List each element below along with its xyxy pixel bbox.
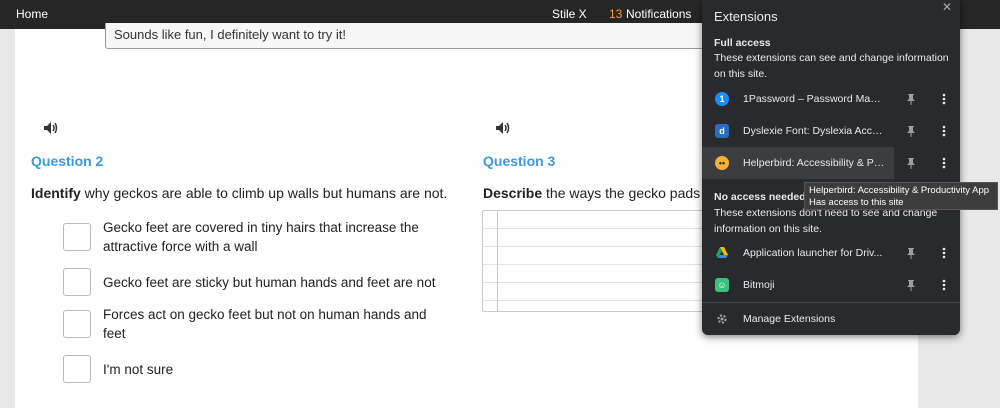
pin-icon[interactable] — [906, 125, 916, 137]
notifications-link[interactable]: Notifications — [626, 7, 691, 21]
option-checkbox[interactable] — [63, 223, 91, 251]
extensions-popup: Extensions ✕ Full access These extension… — [702, 0, 960, 335]
more-options-icon[interactable] — [942, 93, 946, 105]
home-link[interactable]: Home — [16, 7, 48, 21]
pin-icon[interactable] — [906, 93, 916, 105]
pin-icon[interactable] — [906, 279, 916, 291]
gear-icon — [717, 314, 727, 324]
more-options-icon[interactable] — [942, 157, 946, 169]
option-checkbox[interactable] — [63, 355, 91, 383]
extension-row-bitmoji[interactable]: ☺ Bitmoji — [702, 269, 960, 301]
option-label: Gecko feet are covered in tiny hairs tha… — [103, 220, 419, 254]
question-2-prompt: Identify why geckos are able to climb up… — [31, 185, 447, 201]
full-access-description: These extensions can see and change info… — [714, 52, 949, 80]
tooltip-title: Helperbird: Accessibility & Productivity… — [809, 185, 990, 196]
answer-option[interactable]: Gecko feet are covered in tiny hairs tha… — [63, 218, 463, 256]
prompt-text: why geckos are able to climb up walls bu… — [80, 185, 448, 201]
notifications-count-badge[interactable]: 13 — [609, 7, 622, 21]
option-label: Forces act on gecko feet but not on huma… — [103, 307, 427, 341]
extension-row-dyslexie[interactable]: d Dyslexie Font: Dyslexia Acce... — [702, 115, 960, 147]
answer-option[interactable]: I'm not sure — [63, 355, 463, 383]
more-options-icon[interactable] — [942, 279, 946, 291]
helperbird-icon: •• — [715, 156, 729, 170]
question-3-title: Question 3 — [483, 153, 556, 169]
prompt-verb: Identify — [31, 185, 81, 201]
speaker-icon[interactable] — [495, 121, 511, 135]
pin-icon[interactable] — [906, 247, 916, 259]
stile-x-link[interactable]: Stile X — [552, 7, 587, 21]
tooltip-subtitle: Has access to this site — [809, 197, 904, 208]
more-options-icon[interactable] — [942, 125, 946, 137]
manage-extensions-button[interactable]: Manage Extensions — [702, 305, 960, 333]
question-2-title: Question 2 — [31, 153, 104, 169]
answer-option[interactable]: Forces act on gecko feet but not on huma… — [63, 305, 463, 343]
extension-name: Dyslexie Font: Dyslexia Acce... — [743, 125, 885, 137]
option-checkbox[interactable] — [63, 310, 91, 338]
popup-divider — [702, 302, 960, 303]
bitmoji-icon: ☺ — [715, 278, 729, 292]
no-access-heading: No access needed — [714, 191, 806, 203]
speaker-icon[interactable] — [43, 121, 59, 135]
extensions-title: Extensions — [714, 9, 778, 24]
option-checkbox[interactable] — [63, 268, 91, 296]
answer-option[interactable]: Gecko feet are sticky but human hands an… — [63, 268, 463, 296]
extension-name: Application launcher for Driv... — [743, 247, 883, 259]
dyslexie-icon: d — [715, 124, 729, 138]
more-options-icon[interactable] — [942, 247, 946, 259]
close-icon[interactable]: ✕ — [942, 0, 952, 14]
prompt-verb: Describe — [483, 185, 543, 201]
1password-icon: 1 — [715, 92, 729, 106]
notebook-margin-line — [497, 211, 498, 311]
extension-row-app-launcher[interactable]: Application launcher for Driv... — [702, 237, 960, 269]
previous-answer-field[interactable]: Sounds like fun, I definitely want to tr… — [105, 23, 705, 49]
google-drive-icon — [716, 247, 728, 258]
extension-row-helperbird[interactable]: •• Helperbird: Accessibility & Pr... — [702, 147, 894, 179]
prompt-text: the ways the gecko pads co — [542, 185, 719, 201]
manage-extensions-label: Manage Extensions — [743, 313, 836, 325]
helperbird-tooltip: Helperbird: Accessibility & Productivity… — [804, 182, 998, 210]
pin-icon[interactable] — [906, 157, 916, 169]
extension-name: Bitmoji — [743, 279, 775, 291]
option-label: Gecko feet are sticky but human hands an… — [103, 274, 436, 290]
question-3-prompt: Describe the ways the gecko pads co — [483, 185, 719, 201]
extension-name: 1Password – Password Mana... — [743, 93, 885, 105]
extension-row-1password[interactable]: 1 1Password – Password Mana... — [702, 83, 960, 115]
option-label: I'm not sure — [103, 361, 174, 377]
extension-name: Helperbird: Accessibility & Pr... — [743, 157, 885, 169]
full-access-heading: Full access — [714, 37, 771, 49]
